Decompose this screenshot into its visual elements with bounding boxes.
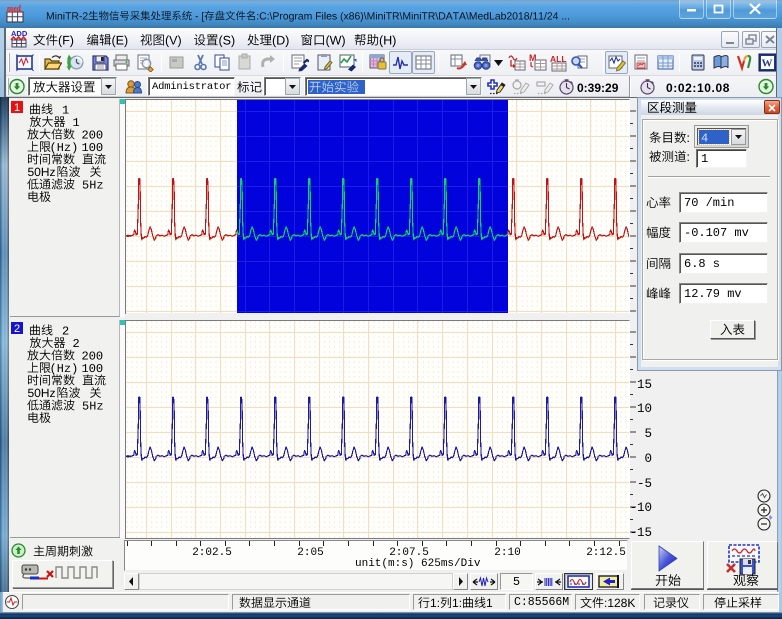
svg-text:W: W bbox=[762, 58, 773, 70]
